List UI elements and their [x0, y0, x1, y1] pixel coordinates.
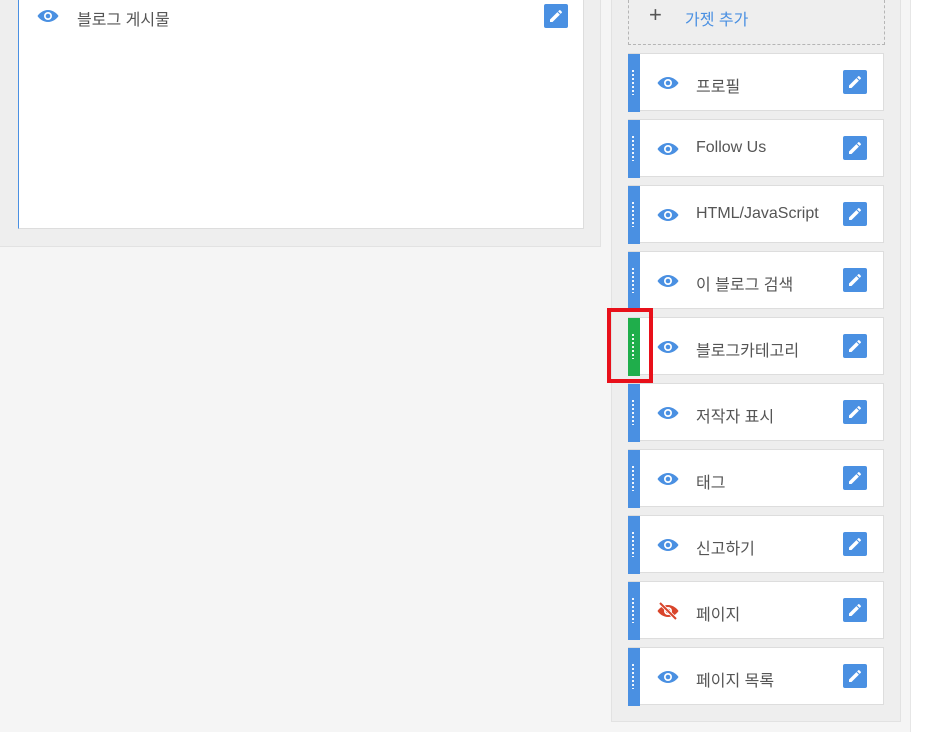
drag-dots-icon — [632, 135, 634, 161]
gadget-row[interactable]: 태그 — [628, 449, 884, 508]
eye-icon[interactable] — [656, 469, 680, 494]
pencil-icon[interactable] — [843, 532, 867, 556]
pencil-icon[interactable] — [843, 70, 867, 94]
drag-handle-icon[interactable] — [628, 252, 640, 310]
pencil-icon[interactable] — [843, 268, 867, 292]
drag-dots-icon — [632, 663, 634, 689]
gadget-row[interactable]: 이 블로그 검색 — [628, 251, 884, 310]
gadget-label: 페이지 목록 — [696, 673, 775, 690]
drag-handle-icon[interactable] — [628, 54, 640, 112]
eye-icon[interactable] — [656, 139, 680, 164]
main-section: 블로그 게시물 — [0, 0, 601, 247]
gadget-label: Follow Us — [696, 139, 767, 156]
gadget-label: 신고하기 — [696, 541, 755, 558]
eye-icon[interactable] — [36, 6, 60, 31]
eye-icon[interactable] — [656, 403, 680, 428]
blog-posts-label: 블로그 게시물 — [77, 12, 170, 29]
gadget-row[interactable]: 프로필 — [628, 53, 884, 112]
drag-dots-icon — [632, 465, 634, 491]
drag-dots-icon — [632, 333, 634, 359]
pencil-icon[interactable] — [544, 4, 568, 28]
gadget-label: 이 블로그 검색 — [696, 277, 794, 294]
gadget-label: 저작자 표시 — [696, 409, 775, 426]
eye-icon[interactable] — [656, 667, 680, 692]
gadget-label: 프로필 — [696, 79, 741, 96]
drag-handle-icon[interactable] — [628, 318, 640, 376]
drag-handle-icon[interactable] — [628, 516, 640, 574]
drag-dots-icon — [632, 267, 634, 293]
gadget-row[interactable]: 페이지 — [628, 581, 884, 640]
gadget-label: 블로그카테고리 — [696, 343, 800, 360]
pencil-icon[interactable] — [843, 334, 867, 358]
gadget-row[interactable]: 신고하기 — [628, 515, 884, 574]
pencil-icon[interactable] — [843, 202, 867, 226]
gadget-row[interactable]: Follow Us — [628, 119, 884, 178]
eye-icon[interactable] — [656, 271, 680, 296]
drag-dots-icon — [632, 201, 634, 227]
eye-off-icon[interactable] — [656, 601, 680, 626]
drag-handle-icon[interactable] — [628, 186, 640, 244]
eye-icon[interactable] — [656, 337, 680, 362]
drag-dots-icon — [632, 531, 634, 557]
drag-handle-icon[interactable] — [628, 450, 640, 508]
drag-handle-icon[interactable] — [628, 384, 640, 442]
drag-handle-icon[interactable] — [628, 120, 640, 178]
pencil-icon[interactable] — [843, 466, 867, 490]
gadget-row[interactable]: HTML/JavaScript — [628, 185, 884, 244]
drag-handle-icon[interactable] — [628, 648, 640, 706]
drag-handle-icon[interactable] — [628, 582, 640, 640]
pencil-icon[interactable] — [843, 598, 867, 622]
eye-icon[interactable] — [656, 73, 680, 98]
gadget-row[interactable]: 페이지 목록 — [628, 647, 884, 706]
add-gadget-button[interactable]: + 가젯 추가 — [628, 0, 885, 45]
plus-icon: + — [649, 2, 662, 27]
pencil-icon[interactable] — [843, 400, 867, 424]
add-gadget-label: 가젯 추가 — [685, 12, 749, 29]
page-edge — [910, 0, 933, 732]
gadget-label: 페이지 — [696, 607, 741, 624]
gadget-row[interactable]: 블로그카테고리 — [628, 317, 884, 376]
drag-dots-icon — [632, 69, 634, 95]
gadget-label: 태그 — [696, 475, 726, 492]
drag-dots-icon — [632, 597, 634, 623]
blog-posts-gadget[interactable]: 블로그 게시물 — [18, 0, 584, 229]
eye-icon[interactable] — [656, 535, 680, 560]
gadget-row[interactable]: 저작자 표시 — [628, 383, 884, 442]
gadget-label: HTML/JavaScript — [696, 205, 819, 222]
pencil-icon[interactable] — [843, 664, 867, 688]
drag-dots-icon — [632, 399, 634, 425]
eye-icon[interactable] — [656, 205, 680, 230]
pencil-icon[interactable] — [843, 136, 867, 160]
